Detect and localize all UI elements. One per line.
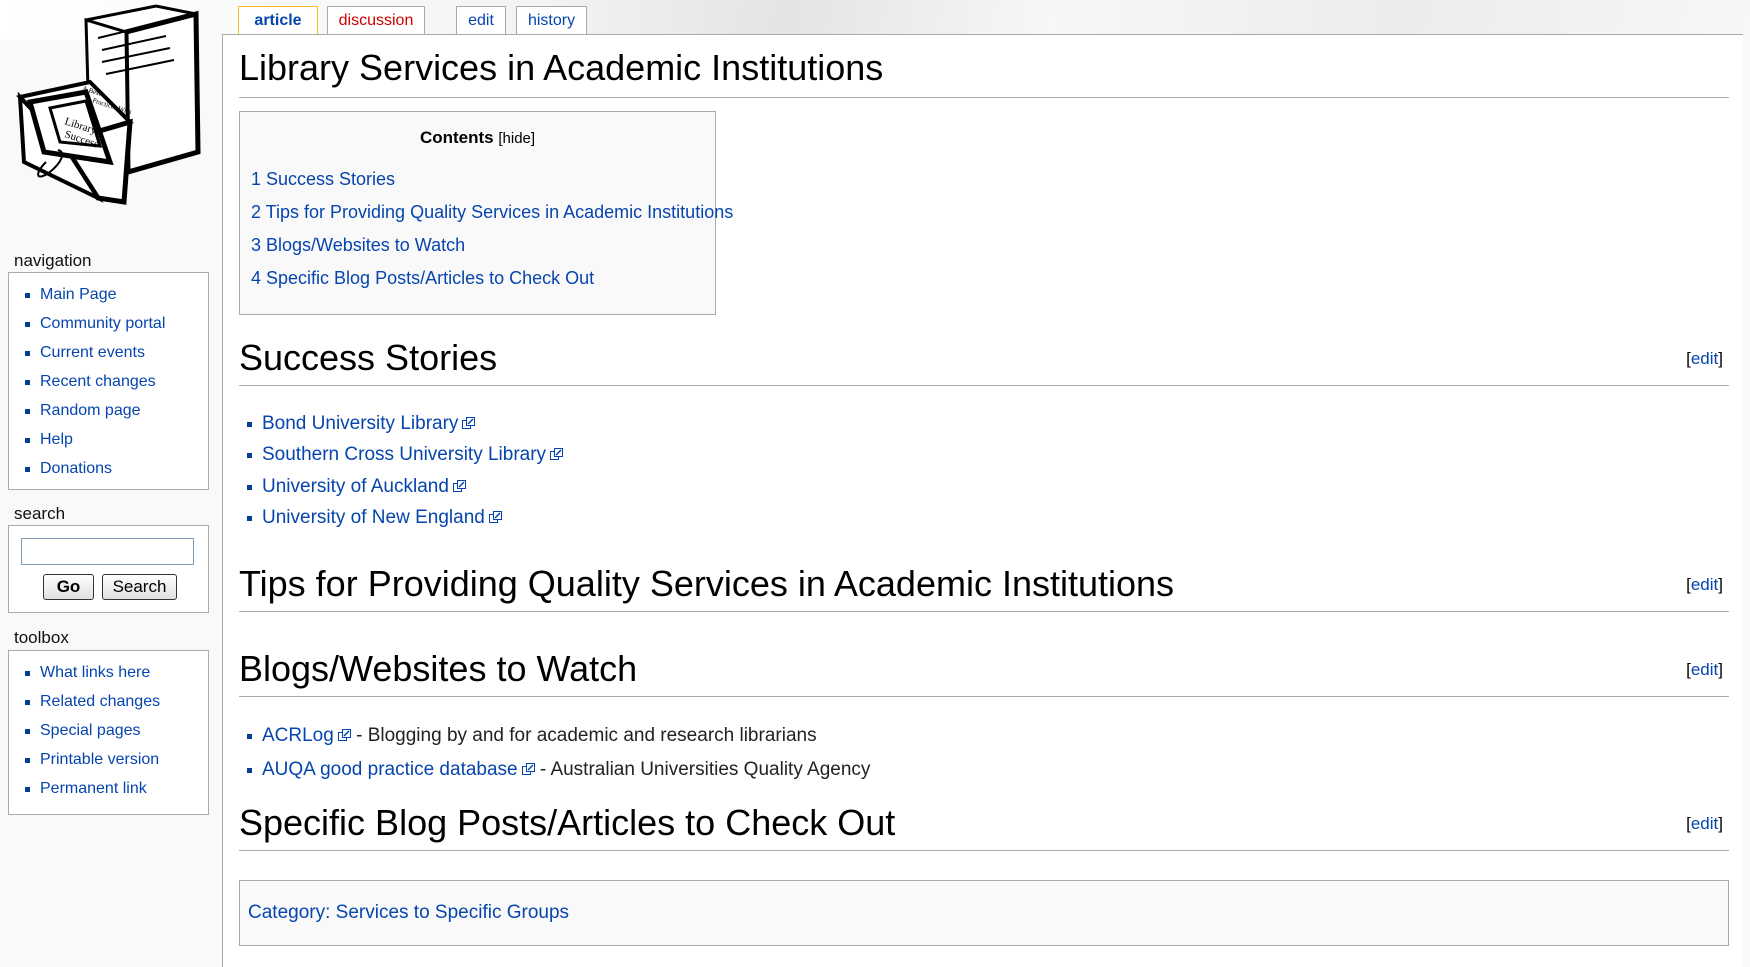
heading-success-stories: Success Stories [edit] xyxy=(239,337,1729,386)
nav-main-page[interactable]: Main Page xyxy=(9,280,208,309)
link-university-of-auckland[interactable]: University of Auckland xyxy=(262,476,449,497)
toolbox-what-links-here[interactable]: What links here xyxy=(9,658,208,687)
search-heading: search xyxy=(14,504,66,523)
tab-history[interactable]: history xyxy=(516,6,587,34)
table-of-contents: Contents [hide] 1 Success Stories 2 Tips… xyxy=(239,111,733,315)
edit-bracket-close: ] xyxy=(1718,814,1723,833)
toolbox-printable-version[interactable]: Printable version xyxy=(9,745,208,774)
heading-blogs-text: Blogs/Websites to Watch xyxy=(239,648,638,689)
library-success-logo-icon: A Best Practices Wiki Library Success xyxy=(16,4,201,205)
edit-section-specific-posts: [edit] xyxy=(1686,814,1723,834)
nav-help[interactable]: Help xyxy=(9,425,208,454)
heading-specific-posts: Specific Blog Posts/Articles to Check Ou… xyxy=(239,802,1729,851)
navigation-portlet: Main Page Community portal Current event… xyxy=(8,272,209,490)
toc-item-specific-posts[interactable]: 4 Specific Blog Posts/Articles to Check … xyxy=(251,268,594,289)
site-logo[interactable]: A Best Practices Wiki Library Success xyxy=(6,2,216,232)
search-input[interactable] xyxy=(21,538,194,565)
external-link-icon xyxy=(462,417,476,430)
list-item: AUQA good practice database - Australian… xyxy=(247,759,870,781)
content-area: Library Services in Academic Institution… xyxy=(222,34,1743,967)
toc-title: Contents [hide] xyxy=(240,128,715,148)
heading-blogs: Blogs/Websites to Watch [edit] xyxy=(239,648,1729,697)
edit-bracket-close: ] xyxy=(1718,575,1723,594)
link-bond-university-library[interactable]: Bond University Library xyxy=(262,413,458,434)
toc-title-label: Contents xyxy=(419,128,494,147)
link-auqa-good-practice-database[interactable]: AUQA good practice database xyxy=(262,759,518,780)
nav-donations[interactable]: Donations xyxy=(9,454,208,483)
heading-tips: Tips for Providing Quality Services in A… xyxy=(239,563,1729,612)
link-southern-cross-university-library[interactable]: Southern Cross University Library xyxy=(262,444,546,465)
toc-item-success-stories[interactable]: 1 Success Stories xyxy=(251,169,395,190)
link-acrlog[interactable]: ACRLog xyxy=(262,725,334,746)
toc-hide-bracket-close: ] xyxy=(530,130,536,147)
search-button[interactable]: Search xyxy=(102,574,177,600)
toc-hide-link[interactable]: hide xyxy=(503,130,531,147)
toolbox-portlet: What links here Related changes Special … xyxy=(8,650,209,815)
navigation-heading: navigation xyxy=(14,251,92,270)
edit-link[interactable]: edit xyxy=(1691,349,1718,368)
heading-specific-posts-text: Specific Blog Posts/Articles to Check Ou… xyxy=(239,802,896,843)
edit-link[interactable]: edit xyxy=(1691,814,1718,833)
go-button[interactable]: Go xyxy=(43,574,94,600)
list-item: University of New England xyxy=(247,507,502,529)
external-link-icon xyxy=(337,729,351,742)
edit-link[interactable]: edit xyxy=(1691,660,1718,679)
list-item: Bond University Library xyxy=(247,413,476,435)
edit-link[interactable]: edit xyxy=(1691,575,1718,594)
edit-section-success-stories: [edit] xyxy=(1686,349,1723,369)
toolbox-special-pages[interactable]: Special pages xyxy=(9,716,208,745)
tab-discussion[interactable]: discussion xyxy=(327,6,425,34)
tab-edit[interactable]: edit xyxy=(456,6,506,34)
nav-random-page[interactable]: Random page xyxy=(9,396,208,425)
heading-tips-text: Tips for Providing Quality Services in A… xyxy=(239,563,1175,604)
toc-item-tips[interactable]: 2 Tips for Providing Quality Services in… xyxy=(251,202,733,223)
link-university-of-new-england[interactable]: University of New England xyxy=(262,507,485,528)
list-item: University of Auckland xyxy=(247,476,466,498)
nav-current-events[interactable]: Current events xyxy=(9,338,208,367)
edit-section-tips: [edit] xyxy=(1686,575,1723,595)
toolbox-heading: toolbox xyxy=(14,628,69,647)
edit-bracket-close: ] xyxy=(1718,660,1723,679)
list-item: Southern Cross University Library xyxy=(247,444,564,466)
tab-article[interactable]: article xyxy=(238,6,318,36)
heading-success-stories-text: Success Stories xyxy=(239,337,498,378)
toc-item-blogs[interactable]: 3 Blogs/Websites to Watch xyxy=(251,235,465,256)
external-link-icon xyxy=(452,480,466,493)
nav-community-portal[interactable]: Community portal xyxy=(9,309,208,338)
toolbox-permanent-link[interactable]: Permanent link xyxy=(9,774,208,803)
page-title: Library Services in Academic Institution… xyxy=(239,47,1729,98)
toolbox-related-changes[interactable]: Related changes xyxy=(9,687,208,716)
edit-section-blogs: [edit] xyxy=(1686,660,1723,680)
acrlog-description: - Blogging by and for academic and resea… xyxy=(350,725,817,746)
edit-bracket-close: ] xyxy=(1718,349,1723,368)
external-link-icon xyxy=(488,511,502,524)
external-link-icon xyxy=(521,763,535,776)
category-links: Category: Services to Specific Groups xyxy=(239,880,1729,946)
category-link[interactable]: Category: Services to Specific Groups xyxy=(248,902,569,923)
external-link-icon xyxy=(550,448,564,461)
nav-recent-changes[interactable]: Recent changes xyxy=(9,367,208,396)
search-portlet: Go Search xyxy=(8,525,209,613)
list-item: ACRLog - Blogging by and for academic an… xyxy=(247,725,817,747)
auqa-description: - Australian Universities Quality Agency xyxy=(534,759,871,780)
